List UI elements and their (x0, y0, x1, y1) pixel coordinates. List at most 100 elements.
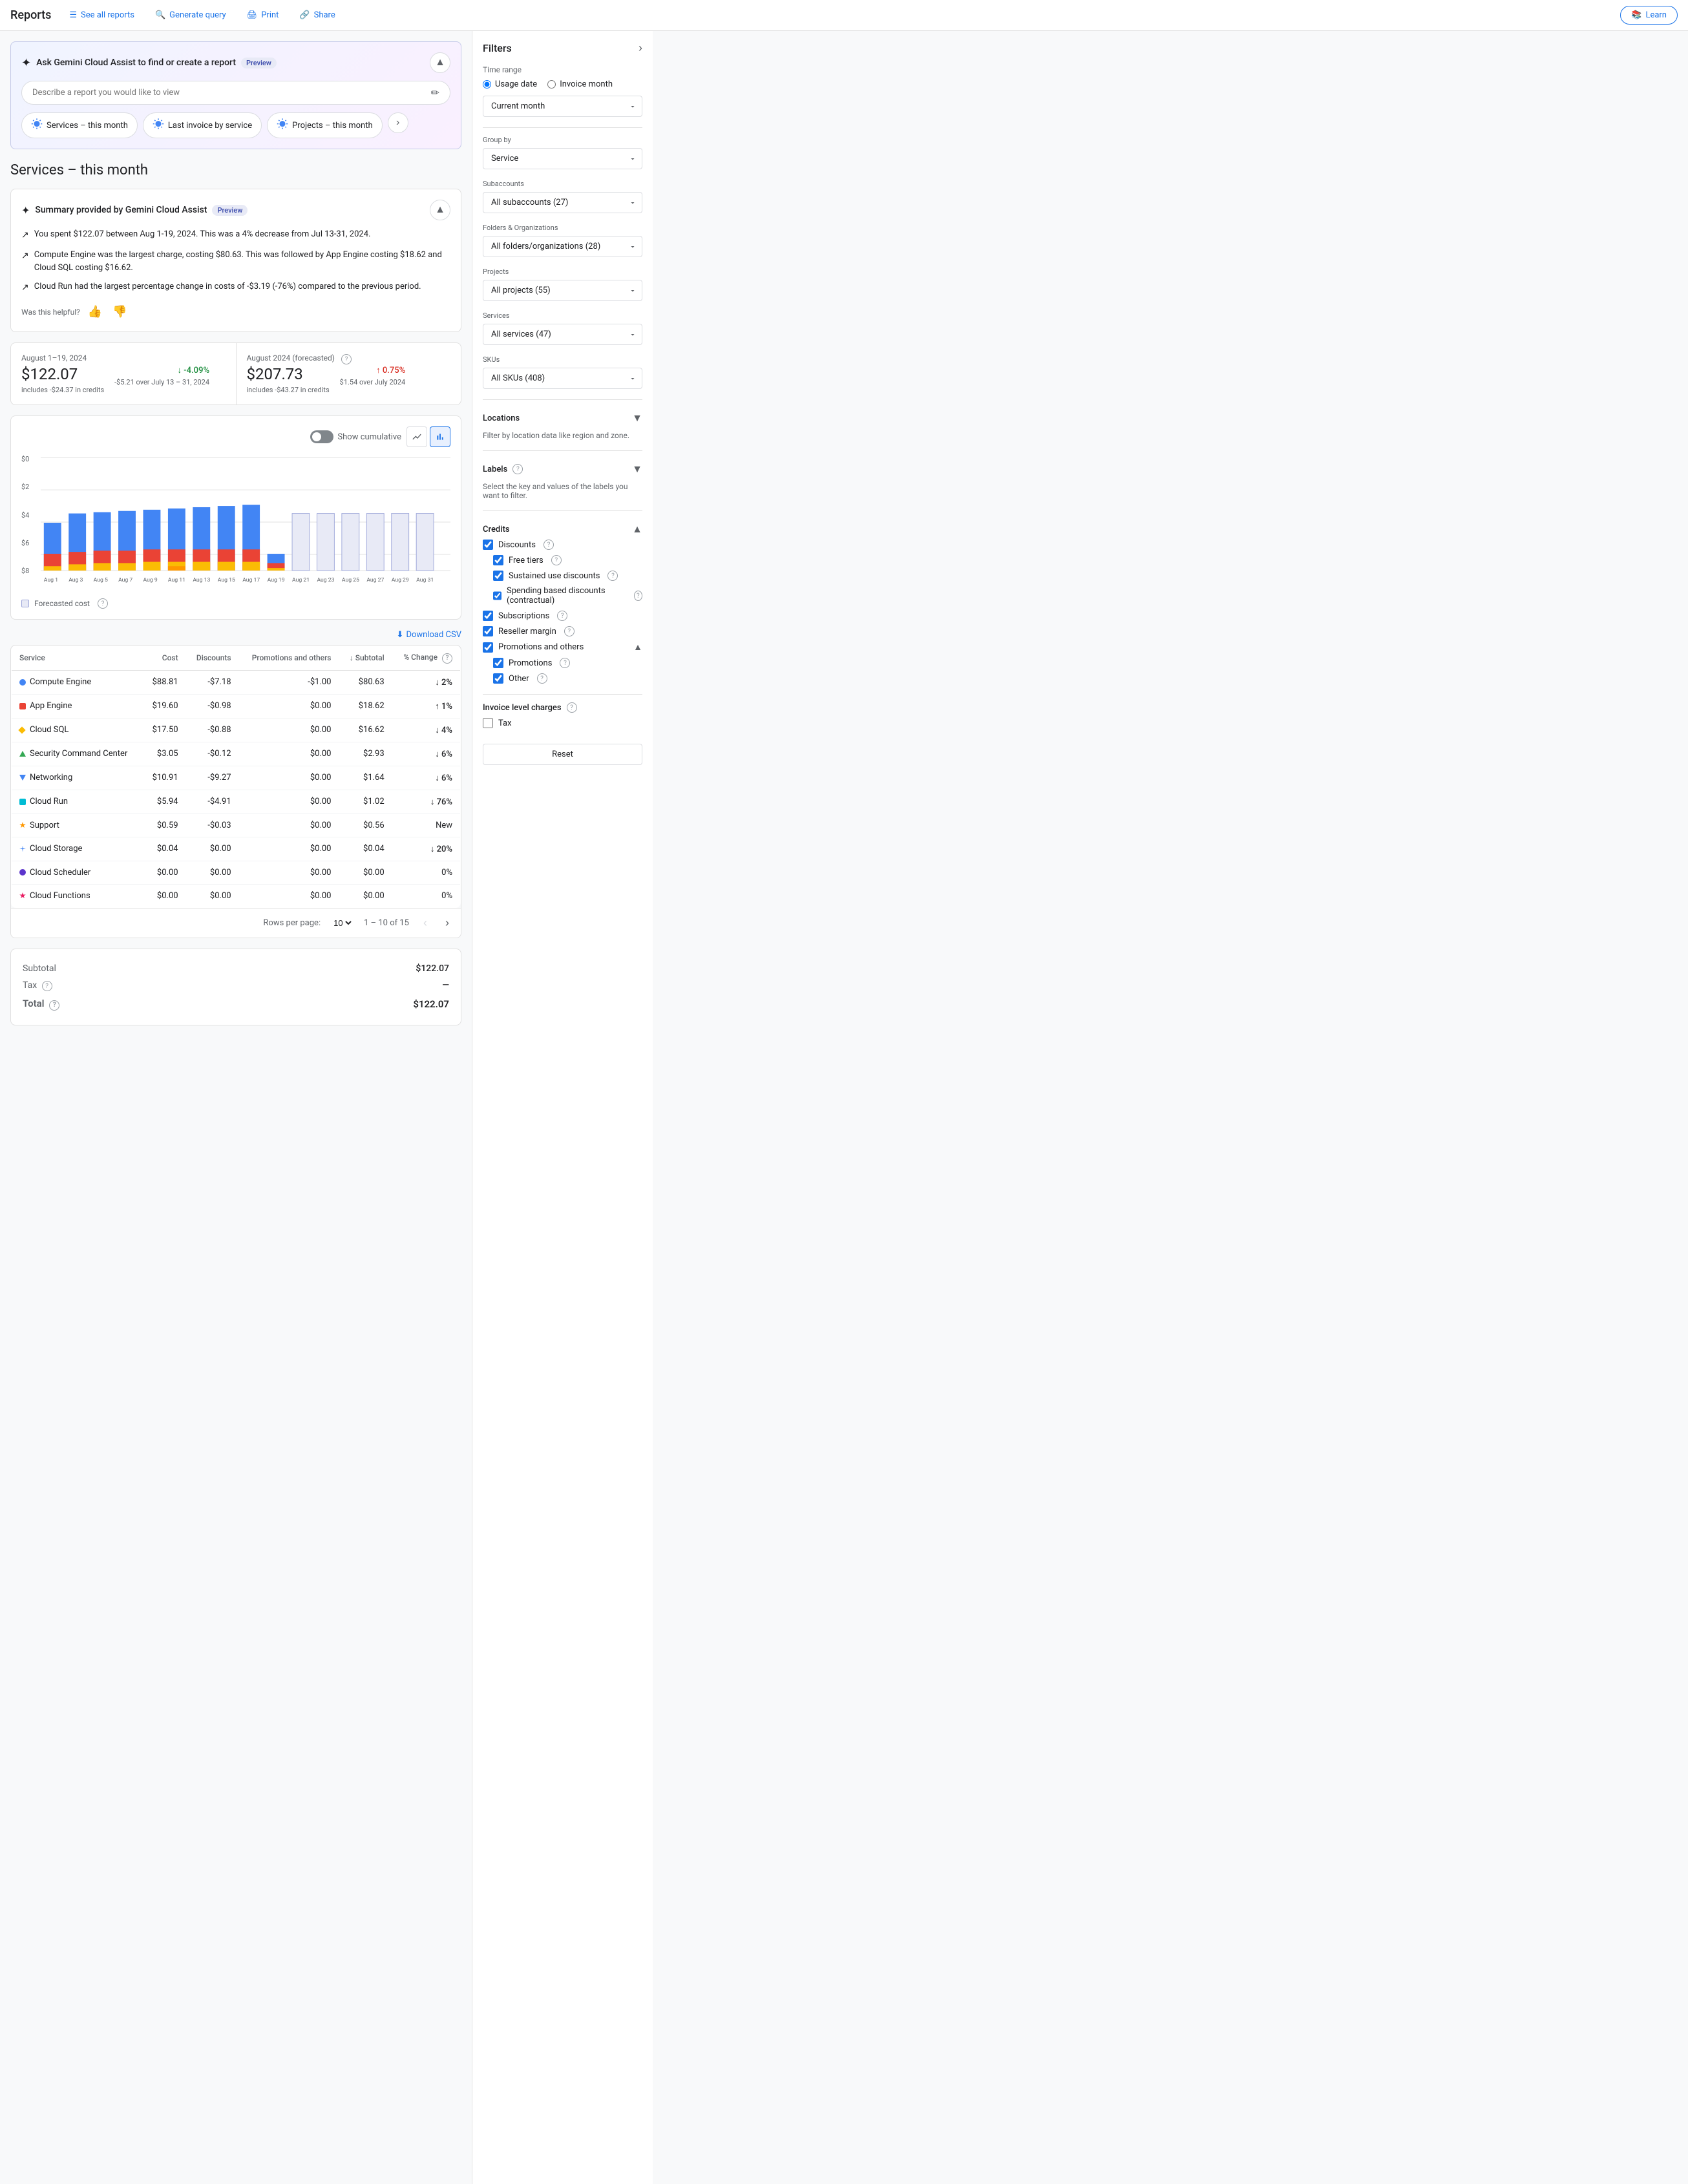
spending-checkbox[interactable] (493, 591, 501, 601)
rows-per-page-select[interactable]: 10 25 50 (331, 918, 353, 929)
forecast-help-icon[interactable]: ? (341, 354, 352, 364)
cell-change: ↑ 1% (392, 694, 461, 718)
discounts-checkbox-item[interactable]: Discounts ? (483, 540, 642, 550)
share-button[interactable]: 🔗 Share (291, 6, 343, 24)
cell-service: Cloud Scheduler (12, 861, 143, 884)
quick-link-services[interactable]: Services – this month (21, 112, 138, 138)
reset-button[interactable]: Reset (483, 744, 642, 765)
cell-cost: $10.91 (142, 766, 186, 790)
labels-collapsible[interactable]: Labels ? ▼ (483, 459, 642, 479)
forecast-inner: $207.73 includes -$43.27 in credits ↑ 0.… (247, 365, 451, 394)
download-csv-button[interactable]: ⬇ Download CSV (397, 630, 461, 640)
cell-promotions: $0.00 (239, 718, 339, 742)
tax-checkbox-item[interactable]: Tax (483, 718, 642, 728)
spending-checkbox-item[interactable]: Spending based discounts (contractual) ? (493, 586, 642, 605)
credits-section: Credits ▲ Discounts ? Free tiers ? Susta… (483, 519, 642, 684)
trend-icon-2: ↗ (21, 249, 29, 263)
quick-link-last-invoice[interactable]: Last invoice by service (143, 112, 262, 138)
generate-query-button[interactable]: 🔍 Generate query (147, 6, 234, 24)
cell-cost: $5.94 (142, 790, 186, 814)
projects-select[interactable]: All projects (55) (483, 280, 642, 301)
total-row: Total ? $122.07 (23, 995, 449, 1013)
subtotal-row: Subtotal $122.07 (23, 961, 449, 976)
group-by-select[interactable]: Service (483, 148, 642, 169)
toggle-switch[interactable] (310, 430, 333, 443)
subscriptions-checkbox[interactable] (483, 611, 493, 621)
col-change: % Change ? (392, 646, 461, 671)
summary-preview-badge: Preview (212, 205, 248, 216)
learn-button[interactable]: 📚 Learn (1620, 6, 1678, 25)
promotions-sub-checkbox[interactable] (493, 658, 503, 668)
reseller-checkbox-item[interactable]: Reseller margin ? (483, 626, 642, 636)
discounts-checkbox[interactable] (483, 540, 493, 550)
summary-collapse-button[interactable]: ▲ (430, 200, 450, 220)
free-tiers-checkbox[interactable] (493, 555, 503, 565)
forecast-main: $207.73 includes -$43.27 in credits (247, 365, 330, 394)
projects-section: Projects All projects (55) (483, 268, 642, 301)
invoice-charges-help-icon[interactable]: ? (567, 702, 577, 713)
tax-checkbox[interactable] (483, 718, 493, 728)
total-help-icon[interactable]: ? (49, 1000, 59, 1011)
thumbs-down-button[interactable]: 👎 (110, 302, 129, 321)
promotions-main-checkbox[interactable] (483, 642, 493, 653)
quick-link-projects[interactable]: Projects – this month (267, 112, 383, 138)
subaccounts-select[interactable]: All subaccounts (27) (483, 192, 642, 213)
print-button[interactable]: 🖨 Print (239, 6, 287, 24)
bar-chart-button[interactable] (430, 426, 450, 447)
reseller-help-icon[interactable]: ? (564, 626, 575, 636)
cell-promotions: $0.00 (239, 837, 339, 861)
locations-collapsible[interactable]: Locations ▼ (483, 408, 642, 428)
other-help-icon[interactable]: ? (537, 673, 547, 684)
svg-text:Aug 13: Aug 13 (193, 577, 210, 583)
subscriptions-checkbox-item[interactable]: Subscriptions ? (483, 611, 642, 621)
promotions-sub-help-icon[interactable]: ? (560, 658, 570, 668)
pagination-row: Rows per page: 10 25 50 1 – 10 of 15 ‹ › (11, 908, 461, 938)
discounts-help-icon[interactable]: ? (543, 540, 554, 550)
gemini-preview-badge: Preview (241, 58, 277, 68)
filters-collapse-button[interactable]: › (638, 41, 642, 55)
skus-select[interactable]: All SKUs (408) (483, 368, 642, 389)
filter-divider-4 (483, 510, 642, 511)
pagination-prev-button[interactable]: ‹ (419, 915, 431, 931)
cumulative-toggle[interactable]: Show cumulative (310, 430, 401, 443)
other-checkbox-item[interactable]: Other ? (493, 673, 642, 684)
svg-text:Aug 29: Aug 29 (392, 577, 409, 583)
subscriptions-help-icon[interactable]: ? (557, 611, 567, 621)
see-all-reports-button[interactable]: ☰ See all reports (61, 6, 142, 24)
col-discounts: Discounts (186, 646, 239, 671)
svg-text:Aug 19: Aug 19 (268, 577, 285, 583)
gemini-search-input[interactable] (32, 88, 431, 98)
services-select[interactable]: All services (47) (483, 324, 642, 345)
cell-service: Cloud Storage (12, 837, 143, 861)
free-tiers-checkbox-item[interactable]: Free tiers ? (493, 555, 642, 565)
change-help-icon[interactable]: ? (442, 653, 452, 664)
promotions-checkbox-item[interactable]: Promotions and others ▲ (483, 642, 642, 653)
gemini-collapse-button[interactable]: ▲ (430, 52, 450, 73)
reseller-checkbox[interactable] (483, 626, 493, 636)
tax-help-icon[interactable]: ? (42, 981, 52, 991)
gemini-star-icon: ✦ (21, 56, 31, 70)
free-tiers-help-icon[interactable]: ? (551, 555, 562, 565)
other-checkbox[interactable] (493, 673, 503, 684)
sustained-checkbox[interactable] (493, 571, 503, 581)
table-body: Compute Engine $88.81 -$7.18 -$1.00 $80.… (12, 670, 461, 907)
labels-help-icon[interactable]: ? (512, 464, 523, 474)
pagination-next-button[interactable]: › (441, 915, 453, 931)
usage-date-radio[interactable]: Usage date (483, 79, 537, 89)
time-range-select[interactable]: Current month (483, 96, 642, 117)
svg-text:Aug 3: Aug 3 (69, 577, 83, 583)
forecasted-help-icon[interactable]: ? (98, 598, 108, 609)
top-nav: Reports ☰ See all reports 🔍 Generate que… (0, 0, 1688, 31)
projects-label: Projects (483, 268, 642, 276)
quick-links-next-button[interactable]: › (388, 112, 408, 133)
promotions-sub-checkbox-item[interactable]: Promotions ? (493, 658, 642, 668)
folders-select[interactable]: All folders/organizations (28) (483, 236, 642, 257)
sustained-help-icon[interactable]: ? (607, 571, 618, 581)
invoice-month-radio[interactable]: Invoice month (547, 79, 613, 89)
line-chart-button[interactable] (406, 426, 427, 447)
sustained-checkbox-item[interactable]: Sustained use discounts ? (493, 571, 642, 581)
thumbs-up-button[interactable]: 👍 (85, 302, 105, 321)
spending-help-icon[interactable]: ? (634, 591, 642, 601)
chart-container: Show cumulative $8 $6 $4 $2 (10, 415, 461, 620)
table-header-row: Service Cost Discounts Promotions and ot… (12, 646, 461, 671)
